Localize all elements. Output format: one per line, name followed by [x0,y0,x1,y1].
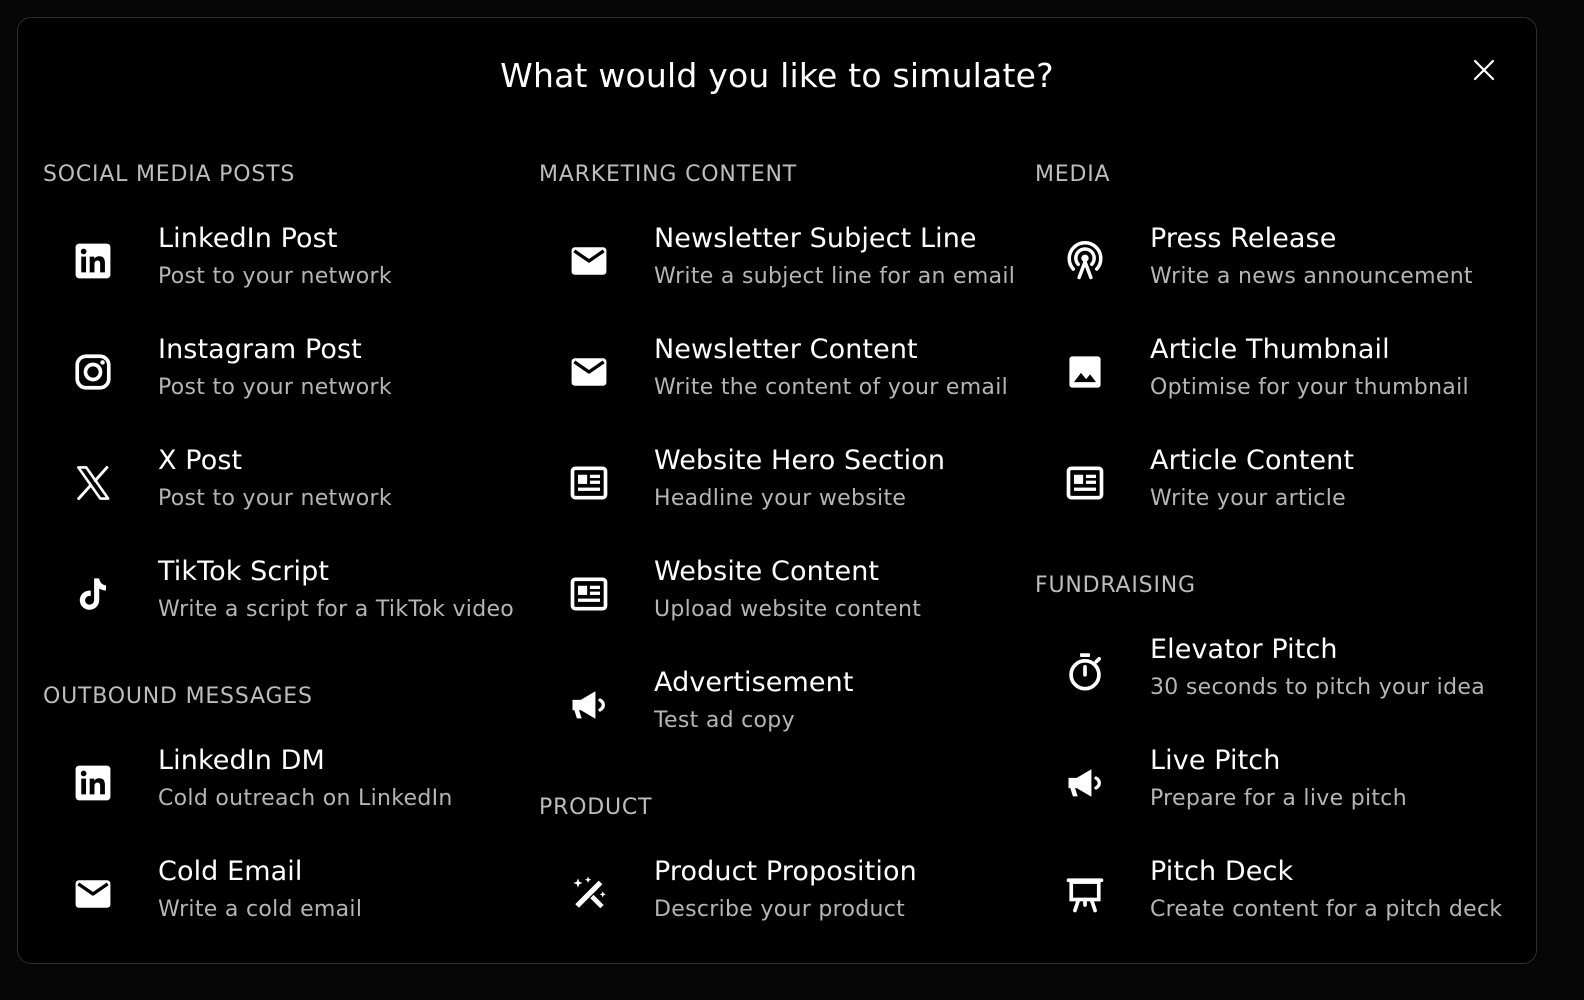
option-description: Post to your network [158,486,392,511]
option-description: Describe your product [654,897,906,922]
section-title: MEDIA [1035,162,1111,187]
section-marketing-content: MARKETING CONTENT [539,160,1029,190]
option-x-post[interactable]: X Post Post to your network [43,445,533,535]
instagram-icon [71,350,115,394]
option-advertisement[interactable]: Advertisement Test ad copy [539,667,1029,757]
timer-icon [1063,650,1107,694]
option-website-hero-section[interactable]: Website Hero Section Headline your websi… [539,445,1029,535]
linkedin-icon [71,239,115,283]
section-social-media-posts: SOCIAL MEDIA POSTS [43,160,533,190]
close-button[interactable] [1470,56,1498,84]
option-label: Press Release [1150,223,1337,254]
email-icon [71,872,115,916]
option-linkedin-post[interactable]: LinkedIn Post Post to your network [43,223,533,313]
option-label: Website Content [654,556,880,587]
magic-wand-icon [567,872,611,916]
option-label: LinkedIn Post [158,223,338,254]
option-label: LinkedIn DM [158,745,325,776]
section-fundraising: FUNDRAISING [1035,571,1525,601]
option-description: Post to your network [158,264,392,289]
option-label: Instagram Post [158,334,362,365]
email-icon [567,350,611,394]
image-icon [1063,350,1107,394]
option-label: Article Content [1150,445,1355,476]
email-icon [567,239,611,283]
option-label: Newsletter Content [654,334,918,365]
option-label: Website Hero Section [654,445,946,476]
option-description: Write a subject line for an email [654,264,1016,289]
option-description: Cold outreach on LinkedIn [158,786,453,811]
option-description: Test ad copy [654,708,795,733]
option-newsletter-subject-line[interactable]: Newsletter Subject Line Write a subject … [539,223,1029,313]
section-title: OUTBOUND MESSAGES [43,684,313,709]
option-article-thumbnail[interactable]: Article Thumbnail Optimise for your thum… [1035,334,1525,424]
broadcast-icon [1063,239,1107,283]
option-product-proposition[interactable]: Product Proposition Describe your produc… [539,856,1029,946]
article-icon [1063,461,1107,505]
close-icon [1473,59,1495,81]
option-tiktok-script[interactable]: TikTok Script Write a script for a TikTo… [43,556,533,646]
option-press-release[interactable]: Press Release Write a news announcement [1035,223,1525,313]
option-pitch-deck[interactable]: Pitch Deck Create content for a pitch de… [1035,856,1525,946]
option-description: Write a cold email [158,897,363,922]
option-label: Pitch Deck [1150,856,1294,887]
option-description: Write your article [1150,486,1346,511]
section-title: MARKETING CONTENT [539,162,798,187]
linkedin-icon [71,761,115,805]
megaphone-icon [1063,761,1107,805]
section-media: MEDIA [1035,160,1525,190]
option-description: 30 seconds to pitch your idea [1150,675,1485,700]
option-linkedin-dm[interactable]: LinkedIn DM Cold outreach on LinkedIn [43,745,533,835]
option-description: Create content for a pitch deck [1150,897,1503,922]
option-article-content[interactable]: Article Content Write your article [1035,445,1525,535]
option-cold-email[interactable]: Cold Email Write a cold email [43,856,533,946]
option-website-content[interactable]: Website Content Upload website content [539,556,1029,646]
option-label: TikTok Script [158,556,330,587]
dialog-title: What would you like to simulate? [500,56,1054,95]
presentation-icon [1063,872,1107,916]
x-icon [71,461,115,505]
option-description: Optimise for your thumbnail [1150,375,1469,400]
option-label: Cold Email [158,856,303,887]
option-label: Product Proposition [654,856,917,887]
simulate-dialog: What would you like to simulate? SOCIAL … [17,17,1537,964]
option-newsletter-content[interactable]: Newsletter Content Write the content of … [539,334,1029,424]
option-label: Advertisement [654,667,854,698]
section-product: PRODUCT [539,793,1029,823]
article-icon [567,461,611,505]
option-description: Upload website content [654,597,922,622]
tiktok-icon [71,572,115,616]
option-live-pitch[interactable]: Live Pitch Prepare for a live pitch [1035,745,1525,835]
option-elevator-pitch[interactable]: Elevator Pitch 30 seconds to pitch your … [1035,634,1525,724]
option-label: Newsletter Subject Line [654,223,977,254]
option-instagram-post[interactable]: Instagram Post Post to your network [43,334,533,424]
section-title: SOCIAL MEDIA POSTS [43,162,296,187]
option-description: Prepare for a live pitch [1150,786,1407,811]
option-label: X Post [158,445,243,476]
option-label: Live Pitch [1150,745,1281,776]
option-description: Write a news announcement [1150,264,1473,289]
section-outbound-messages: OUTBOUND MESSAGES [43,682,533,712]
option-label: Article Thumbnail [1150,334,1390,365]
option-description: Post to your network [158,375,392,400]
option-label: Elevator Pitch [1150,634,1338,665]
section-title: FUNDRAISING [1035,573,1196,598]
option-description: Write the content of your email [654,375,1009,400]
option-description: Write a script for a TikTok video [158,597,515,622]
option-description: Headline your website [654,486,907,511]
section-title: PRODUCT [539,795,653,820]
megaphone-icon [567,683,611,727]
article-icon [567,572,611,616]
